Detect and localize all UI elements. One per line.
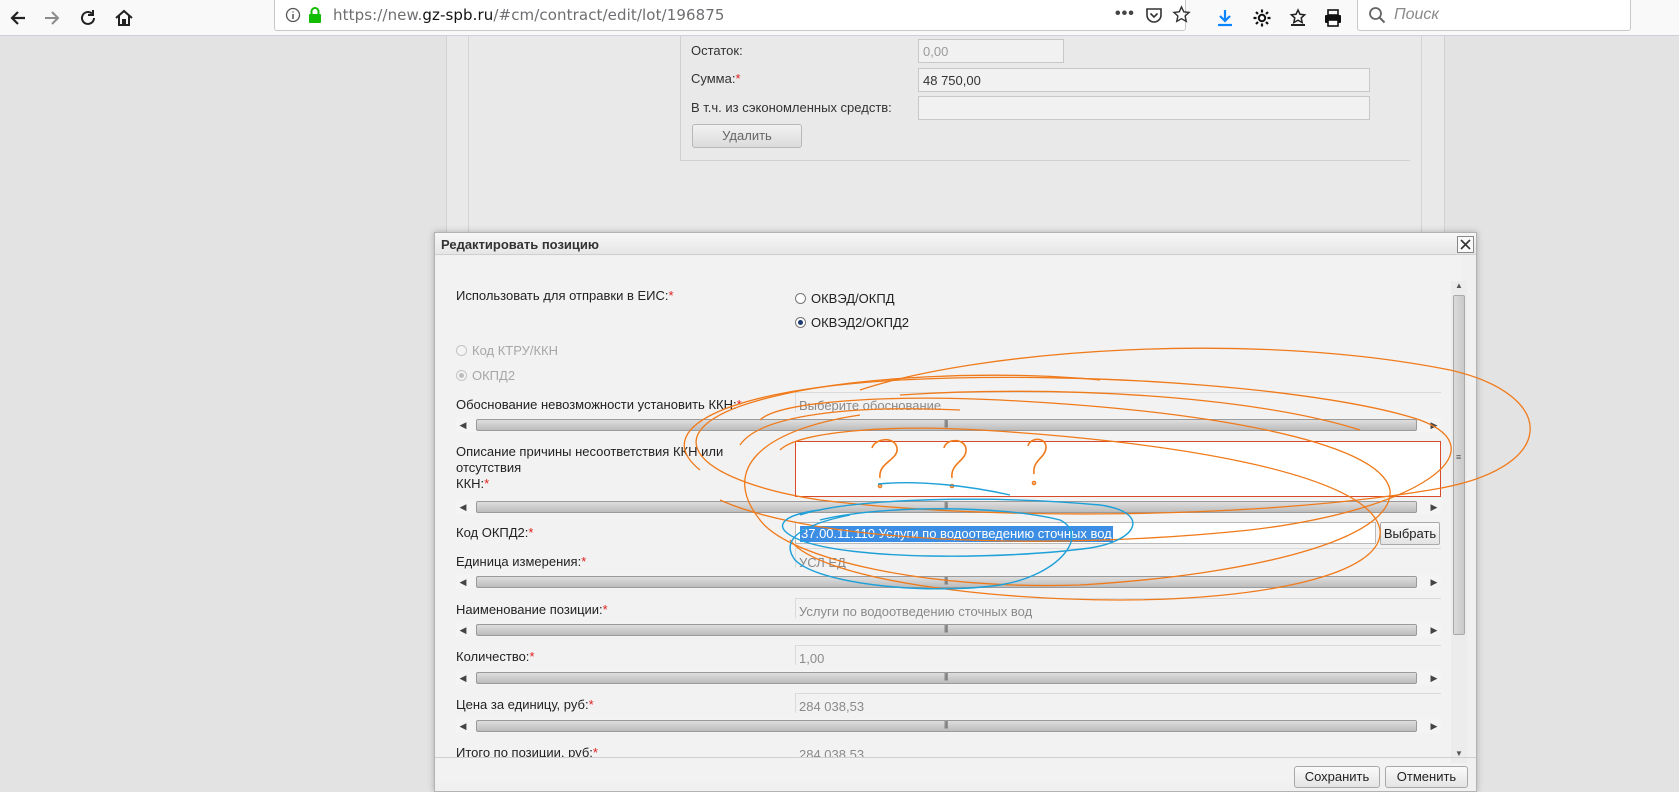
grip-icon: ≡ — [1456, 452, 1462, 462]
grip-icon: ||| — [944, 720, 948, 729]
grip-icon: ||| — [944, 501, 948, 510]
downloads-button[interactable] — [1211, 4, 1239, 32]
scroll-right-icon[interactable]: ▶ — [1427, 671, 1441, 685]
radio-ktru: Код КТРУ/ККН — [456, 343, 558, 358]
gear-icon — [1253, 9, 1271, 27]
scroll-left-icon[interactable]: ◀ — [456, 575, 470, 589]
home-icon — [115, 9, 133, 26]
download-icon — [1218, 10, 1232, 27]
star-tray-icon — [1289, 8, 1307, 26]
description-label: Описание причины несоответствия ККН или … — [456, 444, 724, 491]
search-placeholder: Поиск — [1394, 6, 1439, 23]
total-row: Итого по позиции, руб:* 284 038,53 — [435, 736, 1462, 757]
save-button[interactable]: Сохранить — [1294, 766, 1380, 788]
browser-toolbar: https://new.gz-spb.ru/#cm/contract/edit/… — [0, 0, 1679, 36]
total-value: 284 038,53 — [799, 747, 865, 757]
scroll-right-icon[interactable]: ▶ — [1427, 575, 1441, 589]
qty-label: Количество:* — [456, 649, 535, 664]
scroll-right-icon[interactable]: ▶ — [1427, 719, 1441, 733]
scroll-left-icon[interactable]: ◀ — [456, 418, 470, 432]
cancel-button[interactable]: Отменить — [1385, 766, 1468, 788]
home-button[interactable] — [110, 4, 138, 32]
price-label: Цена за единицу, руб:* — [456, 697, 594, 712]
close-icon — [1460, 239, 1471, 250]
grip-icon: ||| — [944, 672, 948, 681]
scroll-right-icon[interactable]: ▶ — [1427, 623, 1441, 637]
scroll-left-icon[interactable]: ◀ — [456, 623, 470, 637]
description-hscroll[interactable]: ◀ ||| ▶ — [456, 500, 1441, 514]
address-bar[interactable]: https://new.gz-spb.ru/#cm/contract/edit/… — [274, 0, 1191, 31]
unit-hscroll[interactable]: ◀ ||| ▶ — [456, 575, 1441, 589]
reason-placeholder: Выберите обоснование — [799, 398, 942, 413]
name-hscroll[interactable]: ◀ ||| ▶ — [456, 623, 1441, 637]
unit-value: УСЛ ЕД — [799, 555, 846, 570]
total-label: Итого по позиции, руб:* — [456, 745, 598, 757]
sum-label: Сумма:* — [691, 71, 741, 86]
scroll-left-icon[interactable]: ◀ — [456, 500, 470, 514]
description-textarea[interactable] — [795, 441, 1441, 497]
reason-label: Обоснование невозможности установить ККН… — [456, 397, 742, 412]
search-bar[interactable]: Поиск — [1357, 0, 1631, 31]
back-button[interactable] — [4, 4, 32, 32]
info-icon[interactable] — [285, 7, 301, 23]
arrow-left-icon — [10, 11, 25, 25]
unit-field — [795, 548, 1441, 568]
library-button[interactable] — [1284, 4, 1312, 32]
scroll-left-icon[interactable]: ◀ — [456, 671, 470, 685]
eis-label: Использовать для отправки в ЕИС:* — [456, 288, 674, 303]
grip-icon: ||| — [944, 624, 948, 633]
print-button[interactable] — [1319, 4, 1347, 32]
name-value: Услуги по водоотведению сточных вод — [799, 604, 1033, 619]
search-icon — [1369, 7, 1386, 24]
remainder-label: Остаток: — [691, 43, 743, 58]
price-value: 284 038,53 — [799, 699, 865, 714]
arrow-right-icon — [45, 11, 60, 25]
unit-label: Единица измерения:* — [456, 554, 587, 569]
grip-icon: ||| — [944, 576, 948, 585]
vertical-scroll-thumb[interactable]: ≡ — [1453, 295, 1465, 635]
bookmark-star-icon[interactable] — [1172, 5, 1191, 24]
lock-icon[interactable] — [307, 6, 323, 24]
savings-label: В т.ч. из сэкономленных средств: — [691, 100, 892, 115]
qty-value: 1,00 — [799, 651, 825, 666]
scroll-left-icon[interactable]: ◀ — [456, 719, 470, 733]
savings-field[interactable] — [918, 96, 1370, 120]
radio-icon — [456, 345, 467, 356]
scroll-right-icon[interactable]: ▶ — [1427, 418, 1441, 432]
dialog-title: Редактировать позицию — [435, 233, 1476, 255]
vertical-scrollbar[interactable]: ▲ ≡ ▼ — [1451, 281, 1467, 763]
pick-okpd2-button[interactable]: Выбрать — [1380, 522, 1440, 545]
qty-hscroll[interactable]: ◀ ||| ▶ — [456, 671, 1441, 685]
remainder-field: 0,00 — [918, 39, 1064, 63]
grip-icon: ||| — [944, 419, 948, 428]
price-field — [795, 693, 1441, 713]
footer-divider — [435, 757, 1476, 758]
radio-okved-okpd[interactable]: ОКВЭД/ОКПД — [795, 291, 895, 306]
okpd2-selected-text: 37.00.11.110 Услуги по водоотведению сто… — [800, 526, 1113, 542]
scroll-up-icon[interactable]: ▲ — [1455, 281, 1463, 290]
radio-okved2-okpd2[interactable]: ОКВЭД2/ОКПД2 — [795, 315, 909, 330]
printer-icon — [1325, 9, 1341, 27]
scroll-right-icon[interactable]: ▶ — [1427, 500, 1441, 514]
reload-icon — [81, 10, 95, 25]
radio-icon — [795, 293, 806, 304]
name-label: Наименование позиции:* — [456, 602, 608, 617]
extension-button[interactable] — [1248, 4, 1276, 32]
qty-field — [795, 645, 1441, 665]
reload-button[interactable] — [74, 4, 102, 32]
sum-field[interactable]: 48 750,00 — [918, 68, 1370, 92]
price-hscroll[interactable]: ◀ ||| ▶ — [456, 719, 1441, 733]
reason-hscroll[interactable]: ◀ ||| ▶ — [456, 418, 1441, 432]
delete-button[interactable]: Удалить — [692, 124, 802, 148]
pocket-icon[interactable] — [1145, 6, 1163, 24]
forward-button[interactable] — [38, 4, 66, 32]
radio-checked-icon — [456, 370, 467, 381]
close-button[interactable] — [1457, 236, 1474, 253]
url-text: https://new.gz-spb.ru/#cm/contract/edit/… — [333, 6, 725, 24]
radio-checked-icon — [795, 317, 806, 328]
okpd2-label: Код ОКПД2:* — [456, 525, 534, 540]
radio-okpd2: ОКПД2 — [456, 368, 515, 383]
page-actions-menu[interactable]: ••• — [1115, 5, 1135, 23]
